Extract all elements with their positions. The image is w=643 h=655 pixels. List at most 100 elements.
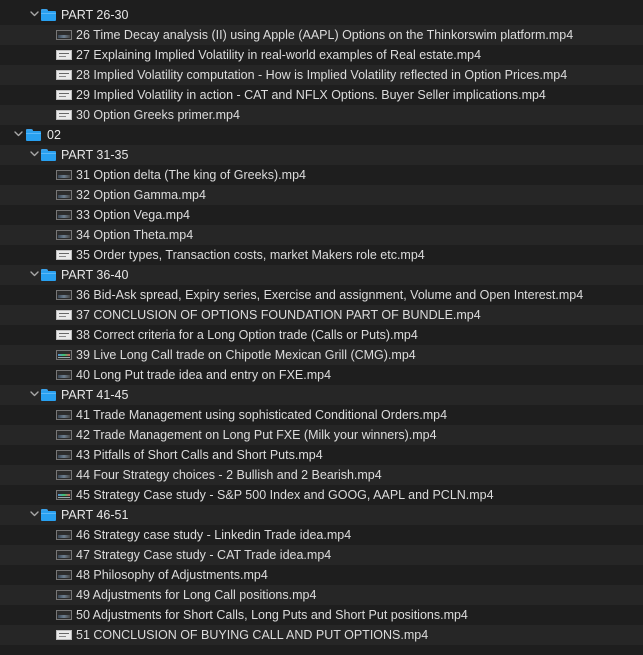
file-name: 42 Trade Management on Long Put FXE (Mil…: [76, 428, 437, 442]
folder-name: PART 26-30: [61, 8, 129, 22]
file-name: 45 Strategy Case study - S&P 500 Index a…: [76, 488, 494, 502]
file-row[interactable]: 41 Trade Management using sophisticated …: [0, 405, 643, 425]
file-row[interactable]: 36 Bid-Ask spread, Expiry series, Exerci…: [0, 285, 643, 305]
video-thumbnail-icon: [56, 210, 72, 220]
file-row[interactable]: 32 Option Gamma.mp4: [0, 185, 643, 205]
file-name: 37 CONCLUSION OF OPTIONS FOUNDATION PART…: [76, 308, 481, 322]
file-name: 47 Strategy Case study - CAT Trade idea.…: [76, 548, 332, 562]
file-row[interactable]: 33 Option Vega.mp4: [0, 205, 643, 225]
video-thumbnail-icon: [56, 590, 72, 600]
video-thumbnail-icon: [56, 630, 72, 640]
file-row[interactable]: 27 Explaining Implied Volatility in real…: [0, 45, 643, 65]
folder-name: PART 46-51: [61, 508, 129, 522]
file-row[interactable]: 40 Long Put trade idea and entry on FXE.…: [0, 365, 643, 385]
file-row[interactable]: 29 Implied Volatility in action - CAT an…: [0, 85, 643, 105]
chevron-down-icon[interactable]: [28, 505, 40, 525]
file-row[interactable]: 39 Live Long Call trade on Chipotle Mexi…: [0, 345, 643, 365]
video-thumbnail-icon: [56, 410, 72, 420]
video-thumbnail-icon: [56, 330, 72, 340]
video-thumbnail-icon: [56, 370, 72, 380]
file-row[interactable]: 34 Option Theta.mp4: [0, 225, 643, 245]
folder-row[interactable]: 02: [0, 125, 643, 145]
video-thumbnail-icon: [56, 190, 72, 200]
video-thumbnail-icon: [56, 530, 72, 540]
file-name: 35 Order types, Transaction costs, marke…: [76, 248, 425, 262]
video-thumbnail-icon: [56, 310, 72, 320]
file-name: 26 Time Decay analysis (II) using Apple …: [76, 28, 574, 42]
video-thumbnail-icon: [56, 110, 72, 120]
chevron-down-icon[interactable]: [12, 125, 24, 145]
file-name: 32 Option Gamma.mp4: [76, 188, 206, 202]
file-row[interactable]: 28 Implied Volatility computation - How …: [0, 65, 643, 85]
video-thumbnail-icon: [56, 90, 72, 100]
video-thumbnail-icon: [56, 450, 72, 460]
file-row[interactable]: 48 Philosophy of Adjustments.mp4: [0, 565, 643, 585]
chevron-down-icon[interactable]: [28, 145, 40, 165]
file-row[interactable]: 47 Strategy Case study - CAT Trade idea.…: [0, 545, 643, 565]
file-name: 30 Option Greeks primer.mp4: [76, 108, 240, 122]
chevron-down-icon[interactable]: [28, 265, 40, 285]
file-name: 33 Option Vega.mp4: [76, 208, 190, 222]
video-thumbnail-icon: [56, 30, 72, 40]
folder-row[interactable]: PART 36-40: [0, 265, 643, 285]
file-name: 39 Live Long Call trade on Chipotle Mexi…: [76, 348, 416, 362]
video-thumbnail-icon: [56, 350, 72, 360]
folder-name: PART 31-35: [61, 148, 129, 162]
file-row[interactable]: 31 Option delta (The king of Greeks).mp4: [0, 165, 643, 185]
file-row[interactable]: 35 Order types, Transaction costs, marke…: [0, 245, 643, 265]
chevron-down-icon[interactable]: [28, 5, 40, 25]
video-thumbnail-icon: [56, 230, 72, 240]
file-name: 51 CONCLUSION OF BUYING CALL AND PUT OPT…: [76, 628, 429, 642]
video-thumbnail-icon: [56, 170, 72, 180]
file-row[interactable]: 45 Strategy Case study - S&P 500 Index a…: [0, 485, 643, 505]
folder-row[interactable]: PART 31-35: [0, 145, 643, 165]
file-name: 29 Implied Volatility in action - CAT an…: [76, 88, 546, 102]
folder-row[interactable]: PART 46-51: [0, 505, 643, 525]
file-row[interactable]: 37 CONCLUSION OF OPTIONS FOUNDATION PART…: [0, 305, 643, 325]
chevron-down-icon[interactable]: [28, 385, 40, 405]
video-thumbnail-icon: [56, 430, 72, 440]
file-name: 44 Four Strategy choices - 2 Bullish and…: [76, 468, 382, 482]
file-row[interactable]: 42 Trade Management on Long Put FXE (Mil…: [0, 425, 643, 445]
file-name: 27 Explaining Implied Volatility in real…: [76, 48, 482, 62]
folder-name: 02: [47, 128, 61, 142]
folder-row[interactable]: PART 26-30: [0, 5, 643, 25]
video-thumbnail-icon: [56, 490, 72, 500]
file-row[interactable]: 43 Pitfalls of Short Calls and Short Put…: [0, 445, 643, 465]
folder-name: PART 36-40: [61, 268, 129, 282]
file-row[interactable]: 51 CONCLUSION OF BUYING CALL AND PUT OPT…: [0, 625, 643, 645]
video-thumbnail-icon: [56, 250, 72, 260]
video-thumbnail-icon: [56, 570, 72, 580]
file-name: 34 Option Theta.mp4: [76, 228, 194, 242]
file-row[interactable]: 26 Time Decay analysis (II) using Apple …: [0, 25, 643, 45]
file-name: 46 Strategy case study - Linkedin Trade …: [76, 528, 352, 542]
file-row[interactable]: 30 Option Greeks primer.mp4: [0, 105, 643, 125]
file-row[interactable]: 46 Strategy case study - Linkedin Trade …: [0, 525, 643, 545]
file-name: 41 Trade Management using sophisticated …: [76, 408, 448, 422]
video-thumbnail-icon: [56, 70, 72, 80]
video-thumbnail-icon: [56, 290, 72, 300]
file-row[interactable]: 44 Four Strategy choices - 2 Bullish and…: [0, 465, 643, 485]
file-name: 31 Option delta (The king of Greeks).mp4: [76, 168, 306, 182]
folder-row[interactable]: PART 41-45: [0, 385, 643, 405]
file-row[interactable]: 38 Correct criteria for a Long Option tr…: [0, 325, 643, 345]
folder-icon: [41, 389, 56, 401]
folder-icon: [41, 509, 56, 521]
file-row[interactable]: 50 Adjustments for Short Calls, Long Put…: [0, 605, 643, 625]
video-thumbnail-icon: [56, 470, 72, 480]
video-thumbnail-icon: [56, 50, 72, 60]
file-row[interactable]: 49 Adjustments for Long Call positions.m…: [0, 585, 643, 605]
file-name: 28 Implied Volatility computation - How …: [76, 68, 568, 82]
file-tree: PART 26-30 26 Time Decay analysis (II) us…: [0, 5, 643, 645]
file-name: 50 Adjustments for Short Calls, Long Put…: [76, 608, 468, 622]
folder-icon: [26, 129, 41, 141]
file-name: 38 Correct criteria for a Long Option tr…: [76, 328, 418, 342]
file-name: 36 Bid-Ask spread, Expiry series, Exerci…: [76, 288, 584, 302]
video-thumbnail-icon: [56, 550, 72, 560]
folder-icon: [41, 269, 56, 281]
folder-icon: [41, 9, 56, 21]
file-name: 49 Adjustments for Long Call positions.m…: [76, 588, 317, 602]
folder-icon: [41, 149, 56, 161]
folder-name: PART 41-45: [61, 388, 129, 402]
file-name: 40 Long Put trade idea and entry on FXE.…: [76, 368, 332, 382]
